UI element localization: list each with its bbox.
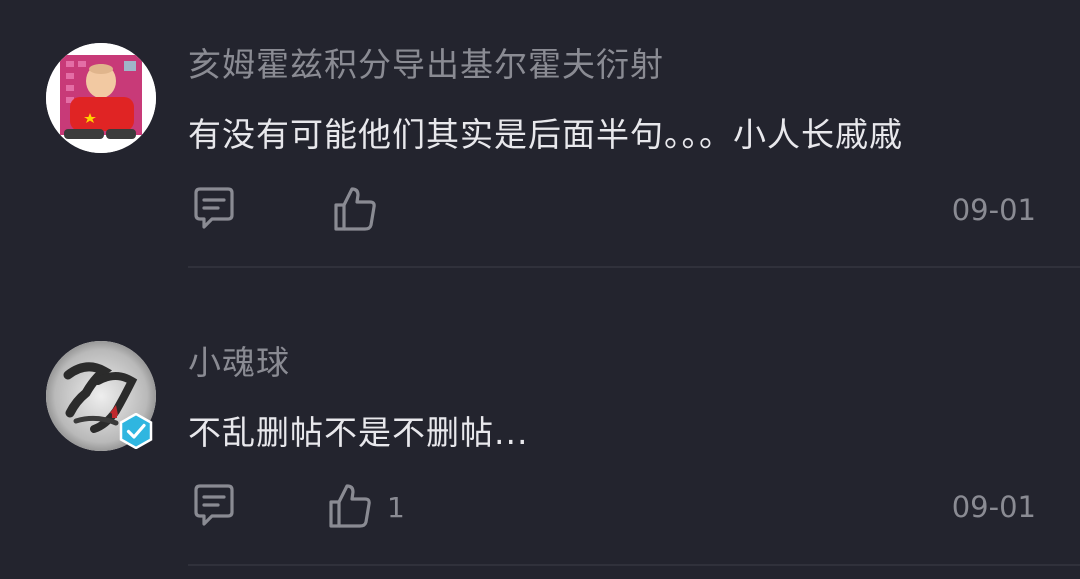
comment-text: 有没有可能他们其实是后面半句。。。小人长戚戚 xyxy=(188,115,903,154)
timestamp: 09-01 xyxy=(951,490,1036,524)
action-bar: 09-01 xyxy=(0,185,1080,235)
avatar-image xyxy=(46,43,156,153)
comment-list: 亥姆霍兹积分导出基尔霍夫衍射 有没有可能他们其实是后面半句。。。小人长戚戚 09… xyxy=(0,0,1080,579)
like-button[interactable] xyxy=(330,185,392,233)
like-count: 1 xyxy=(387,490,405,524)
comment-item: 小魂球 不乱删帖不是不删帖... 1 09-01 xyxy=(0,268,1080,566)
comment-bubble-icon xyxy=(194,484,234,526)
like-button[interactable]: 1 xyxy=(325,482,405,530)
comment-bubble-icon xyxy=(194,187,234,229)
verified-check-icon xyxy=(119,413,153,449)
divider xyxy=(188,564,1080,566)
username[interactable]: 亥姆霍兹积分导出基尔霍夫衍射 xyxy=(188,38,664,86)
action-bar: 1 09-01 xyxy=(0,482,1080,532)
timestamp: 09-01 xyxy=(951,193,1036,227)
reply-button[interactable] xyxy=(190,482,238,530)
thumbs-up-icon xyxy=(334,187,376,231)
thumbs-up-icon xyxy=(329,484,371,528)
username[interactable]: 小魂球 xyxy=(188,336,290,384)
comment-text: 不乱删帖不是不删帖... xyxy=(188,413,529,452)
reply-button[interactable] xyxy=(190,185,238,233)
avatar[interactable] xyxy=(46,43,156,153)
comment-item: 亥姆霍兹积分导出基尔霍夫衍射 有没有可能他们其实是后面半句。。。小人长戚戚 09… xyxy=(0,0,1080,268)
